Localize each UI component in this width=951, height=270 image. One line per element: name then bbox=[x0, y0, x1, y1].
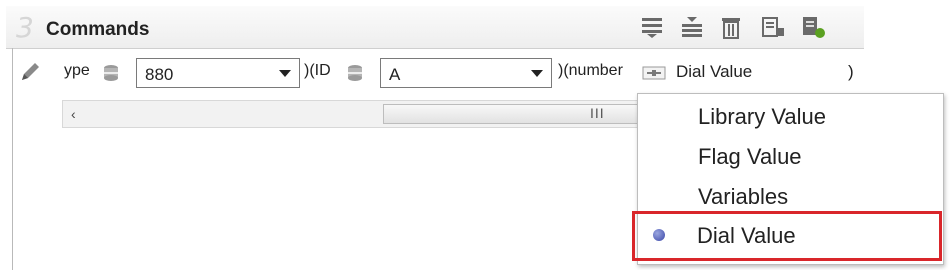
menu-item-dial-value[interactable]: Dial Value bbox=[632, 211, 942, 261]
chevron-down-icon bbox=[279, 70, 291, 77]
panel-title: Commands bbox=[46, 19, 150, 40]
horizontal-scrollbar[interactable]: ‹ III bbox=[62, 100, 642, 128]
pencil-icon[interactable] bbox=[18, 60, 42, 84]
id-value: A bbox=[389, 65, 401, 84]
dial-type-icon[interactable] bbox=[642, 66, 666, 80]
trash-icon[interactable] bbox=[718, 15, 746, 41]
number-value: Dial Value bbox=[676, 62, 753, 81]
align-icon[interactable] bbox=[639, 15, 667, 41]
type-value: 880 bbox=[145, 65, 174, 84]
id-label: )(ID bbox=[304, 62, 331, 79]
sort-icon[interactable] bbox=[679, 15, 707, 41]
type-combo[interactable]: 880 bbox=[136, 58, 300, 88]
database-icon[interactable] bbox=[346, 64, 364, 82]
scroll-left-arrow[interactable]: ‹ bbox=[71, 106, 76, 122]
section-number: 3 bbox=[16, 11, 34, 44]
scrollbar-thumb[interactable]: III bbox=[383, 104, 641, 124]
id-combo[interactable]: A bbox=[380, 58, 552, 88]
close-paren: ) bbox=[848, 62, 854, 81]
menu-item-variables[interactable]: Variables bbox=[698, 184, 788, 210]
selected-radio-icon bbox=[653, 229, 665, 241]
type-label: ype bbox=[64, 62, 90, 79]
menu-item-dial-value-label: Dial Value bbox=[697, 223, 796, 248]
commands-header: 3 Commands bbox=[6, 6, 864, 49]
database-icon[interactable] bbox=[102, 64, 120, 82]
properties-icon[interactable] bbox=[760, 15, 788, 41]
menu-item-library-value[interactable]: Library Value bbox=[698, 104, 826, 130]
value-type-menu: Library Value Flag Value Variables Dial … bbox=[632, 93, 944, 265]
add-icon[interactable] bbox=[800, 15, 828, 41]
menu-item-flag-value[interactable]: Flag Value bbox=[698, 144, 802, 170]
command-row: ype 880 )(ID A )(number Dial Value ) bbox=[12, 54, 862, 94]
scrollbar-grip: III bbox=[590, 105, 605, 121]
number-label: )(number bbox=[558, 62, 623, 79]
chevron-down-icon bbox=[531, 70, 543, 77]
